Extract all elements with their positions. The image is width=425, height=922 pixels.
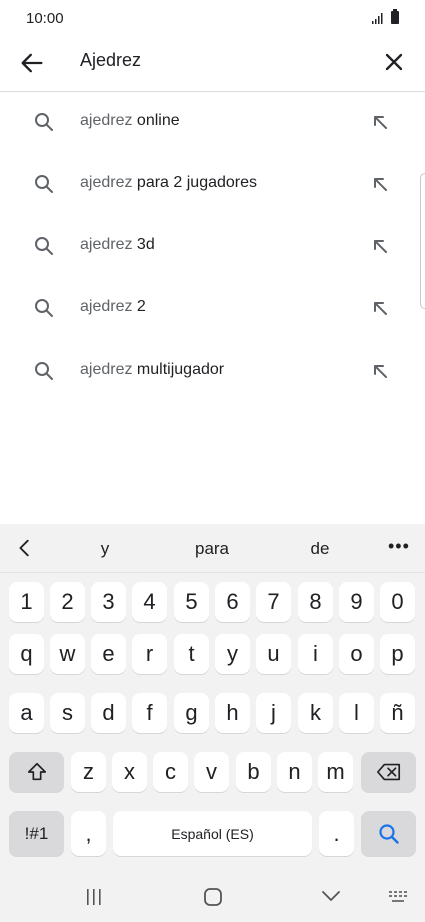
shift-icon [27, 762, 46, 781]
key-r[interactable]: r [132, 634, 167, 674]
key-d[interactable]: d [91, 693, 126, 733]
recent-apps-icon[interactable] [84, 888, 104, 906]
arrow-up-left-icon[interactable] [368, 234, 392, 258]
key-e[interactable]: e [91, 634, 126, 674]
key-b[interactable]: b [236, 752, 271, 792]
key-c[interactable]: c [153, 752, 188, 792]
key-6[interactable]: 6 [215, 582, 250, 622]
search-icon [35, 299, 53, 317]
close-icon[interactable] [380, 48, 408, 76]
key-l[interactable]: l [339, 693, 374, 733]
key-y[interactable]: y [215, 634, 250, 674]
space-key[interactable]: Español (ES) [113, 811, 312, 856]
period-key[interactable]: . [319, 811, 354, 856]
suggestion-text: ajedrez 2 [80, 298, 146, 315]
suggestion-text: ajedrez multijugador [80, 361, 225, 378]
back-arrow-icon[interactable] [18, 49, 46, 77]
key-s[interactable]: s [50, 693, 85, 733]
key-f[interactable]: f [132, 693, 167, 733]
prediction-bar: y para de ••• [0, 524, 425, 573]
key-o[interactable]: o [339, 634, 374, 674]
search-input[interactable]: Ajedrez [80, 50, 141, 71]
key-7[interactable]: 7 [256, 582, 291, 622]
search-icon [35, 362, 53, 380]
symbols-key[interactable]: !#1 [9, 811, 64, 856]
battery-icon [391, 9, 399, 24]
key-a[interactable]: a [9, 693, 44, 733]
backspace-icon [376, 763, 400, 781]
key-q[interactable]: q [9, 634, 44, 674]
key-h[interactable]: h [215, 693, 250, 733]
key-0[interactable]: 0 [380, 582, 415, 622]
key-n[interactable]: n [277, 752, 312, 792]
key-w[interactable]: w [50, 634, 85, 674]
search-icon [35, 113, 53, 131]
suggestion-item[interactable]: ajedrez 3d [0, 216, 425, 278]
suggestion-text: ajedrez online [80, 112, 180, 129]
prediction-word[interactable]: de [311, 539, 330, 559]
status-time: 10:00 [26, 10, 64, 27]
arrow-up-left-icon[interactable] [368, 359, 392, 383]
search-icon [378, 823, 399, 844]
chevron-down-icon[interactable] [320, 888, 342, 904]
key-z[interactable]: z [71, 752, 106, 792]
search-icon [35, 237, 53, 255]
key-9[interactable]: 9 [339, 582, 374, 622]
suggestion-text: ajedrez 3d [80, 236, 155, 253]
status-bar: 10:00 [0, 0, 425, 36]
keyboard: y para de ••• 1 2 3 4 5 6 7 8 9 0 q w e … [0, 524, 425, 922]
key-enye[interactable]: ñ [380, 693, 415, 733]
key-2[interactable]: 2 [50, 582, 85, 622]
key-8[interactable]: 8 [298, 582, 333, 622]
comma-key[interactable]: , [71, 811, 106, 856]
key-3[interactable]: 3 [91, 582, 126, 622]
key-p[interactable]: p [380, 634, 415, 674]
key-x[interactable]: x [112, 752, 147, 792]
suggestion-item[interactable]: ajedrez multijugador [0, 341, 425, 403]
keyboard-hide-icon[interactable] [388, 890, 410, 904]
key-g[interactable]: g [174, 693, 209, 733]
suggestion-item[interactable]: ajedrez online [0, 92, 425, 154]
suggestion-item[interactable]: ajedrez 2 [0, 278, 425, 340]
backspace-key[interactable] [361, 752, 416, 792]
suggestion-text: ajedrez para 2 jugadores [80, 174, 258, 191]
arrow-up-left-icon[interactable] [368, 172, 392, 196]
signal-icon [372, 13, 383, 24]
key-i[interactable]: i [298, 634, 333, 674]
search-bar: Ajedrez [0, 36, 425, 92]
key-t[interactable]: t [174, 634, 209, 674]
key-j[interactable]: j [256, 693, 291, 733]
key-k[interactable]: k [298, 693, 333, 733]
shift-key[interactable] [9, 752, 64, 792]
navigation-bar [0, 870, 425, 922]
search-icon [35, 175, 53, 193]
home-icon[interactable] [202, 886, 224, 908]
scroll-indicator[interactable] [420, 173, 425, 309]
prediction-word[interactable]: y [101, 539, 110, 559]
key-v[interactable]: v [194, 752, 229, 792]
chevron-left-icon[interactable] [14, 537, 36, 559]
prediction-word[interactable]: para [195, 539, 229, 559]
search-key[interactable] [361, 811, 416, 856]
key-m[interactable]: m [318, 752, 353, 792]
arrow-up-left-icon[interactable] [368, 296, 392, 320]
arrow-up-left-icon[interactable] [368, 110, 392, 134]
key-u[interactable]: u [256, 634, 291, 674]
suggestion-item[interactable]: ajedrez para 2 jugadores [0, 154, 425, 216]
key-1[interactable]: 1 [9, 582, 44, 622]
more-options-icon[interactable]: ••• [388, 536, 410, 557]
key-4[interactable]: 4 [132, 582, 167, 622]
key-5[interactable]: 5 [174, 582, 209, 622]
